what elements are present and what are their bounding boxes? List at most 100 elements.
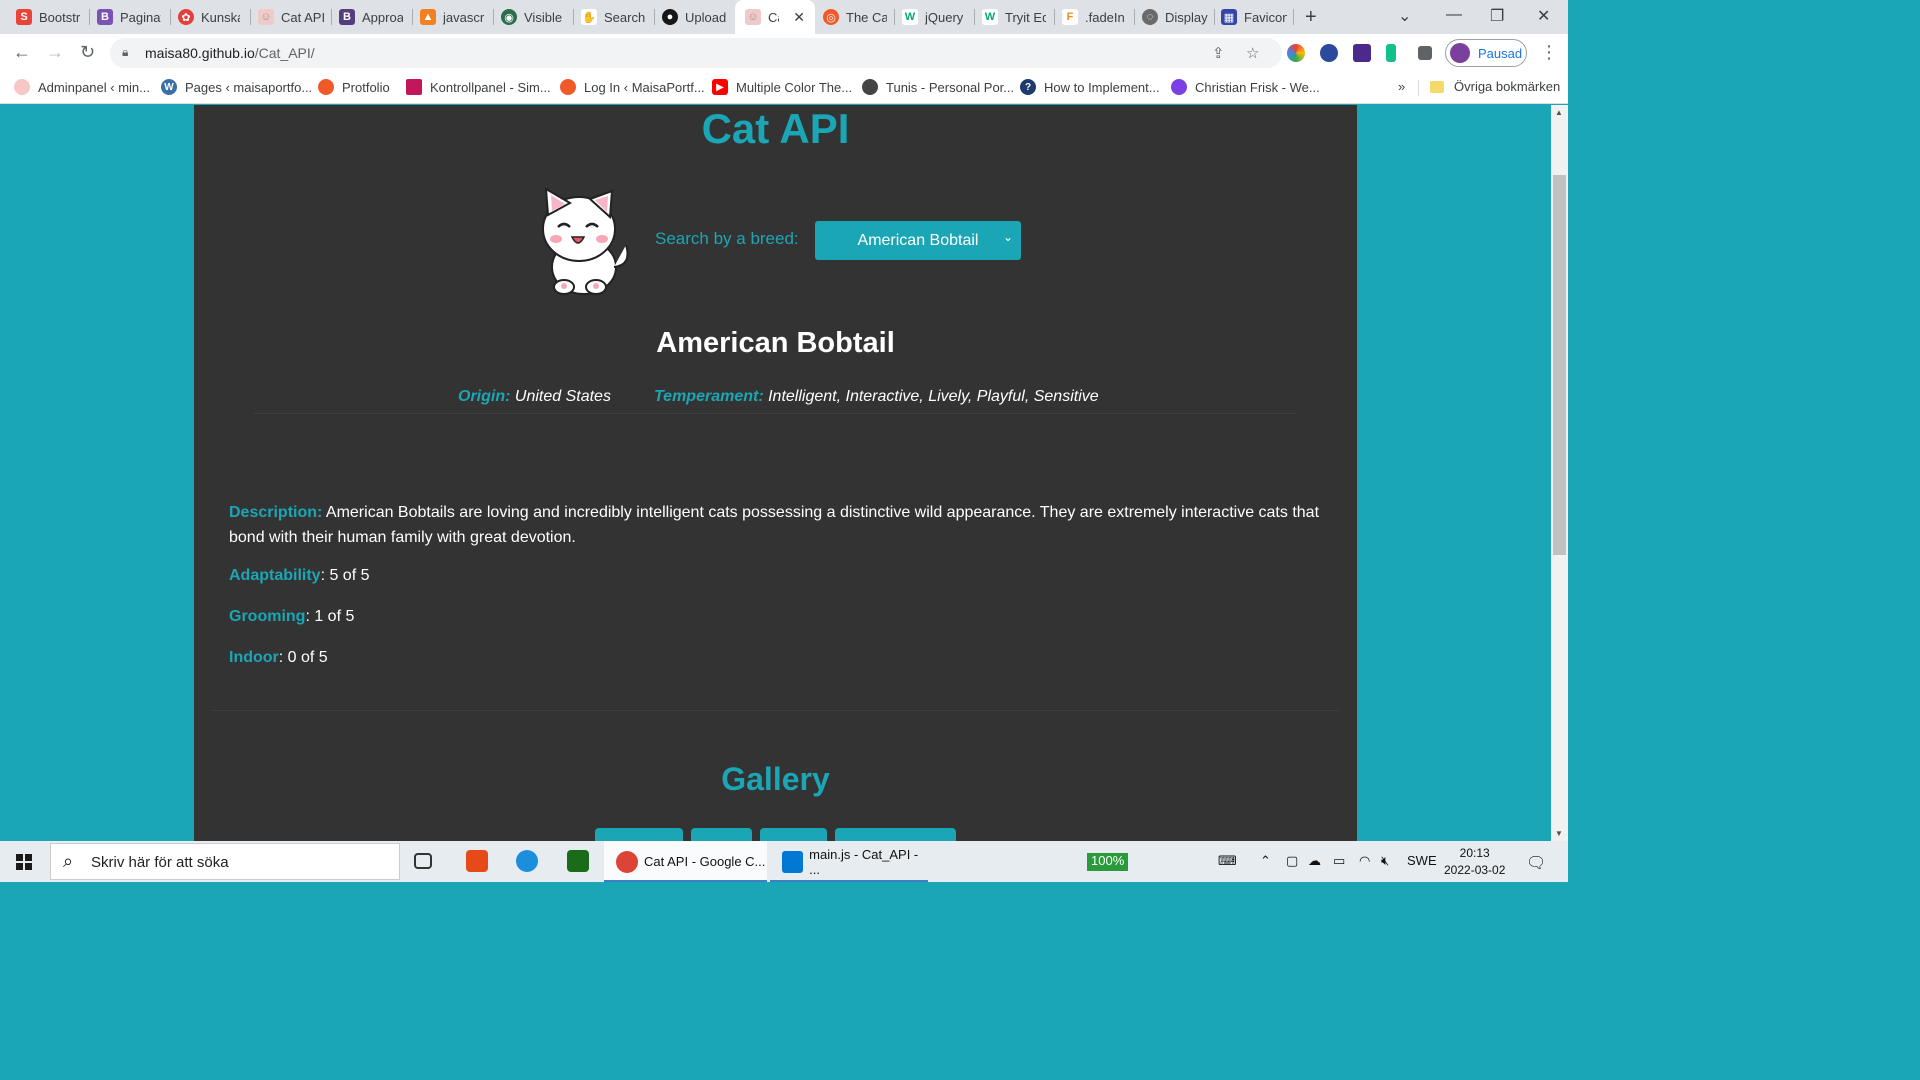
taskbar-vscode-app[interactable]: main.js - Cat_API - ...	[770, 841, 928, 882]
onedrive-cloud-icon[interactable]: ☁	[1308, 853, 1321, 869]
task-view-icon[interactable]	[414, 853, 432, 869]
tab-favicon-icon: ◉	[501, 9, 517, 25]
tab-javascript[interactable]: ▲ javascr	[420, 4, 484, 30]
search-by-breed-label: Search by a breed:	[655, 229, 799, 248]
tab-favicon-icon: S	[16, 9, 32, 25]
vscode-icon	[782, 850, 804, 873]
bookmark-favicon-icon	[14, 79, 30, 95]
tab-pagination[interactable]: B Paginat	[97, 4, 161, 30]
search-icon: ⌕	[63, 851, 74, 871]
puzzle-extensions-icon[interactable]	[1418, 46, 1432, 60]
tab-display[interactable]: ◌ Display	[1142, 4, 1208, 30]
temperament-label: Temperament:	[654, 388, 764, 405]
gallery-button[interactable]	[760, 828, 827, 841]
app-icon[interactable]	[567, 850, 589, 872]
github-icon: ●	[662, 9, 678, 25]
battery-icon[interactable]: ▭	[1333, 853, 1345, 869]
globe-extension-icon[interactable]	[1320, 44, 1338, 62]
notifications-icon[interactable]: 🗨︎	[1526, 853, 1546, 873]
url-text[interactable]: maisa80.github.io/Cat_API/	[145, 45, 315, 61]
tab-search-chevron-icon[interactable]: ⌄	[1398, 6, 1411, 26]
tab-tryit[interactable]: W Tryit Ed	[982, 4, 1046, 30]
more-bookmarks-chevron-icon[interactable]: »	[1398, 79, 1405, 94]
scrollbar-thumb[interactable]	[1553, 175, 1566, 555]
wifi-icon[interactable]: ◠	[1359, 853, 1370, 869]
bookmark-multiple-color[interactable]: ▶ Multiple Color The...	[712, 79, 852, 95]
tab-favicon-icon: ✋	[581, 9, 597, 25]
new-tab-plus-icon[interactable]: +	[1305, 6, 1317, 29]
restore-icon[interactable]: ❐	[1490, 6, 1504, 26]
forward-arrow-icon[interactable]: →	[46, 42, 64, 63]
tab-favicon[interactable]: ▦ Favicon	[1221, 4, 1287, 30]
windows-start-icon[interactable]	[16, 854, 32, 870]
office-icon[interactable]	[466, 850, 488, 872]
bookmark-kontrollpanel[interactable]: Kontrollpanel - Sim...	[406, 79, 551, 95]
tab-visible[interactable]: ◉ Visible	[501, 4, 565, 30]
minimize-icon[interactable]: —	[1446, 6, 1462, 24]
tray-chevron-up-icon[interactable]: ⌃	[1260, 853, 1271, 869]
bookmark-star-icon[interactable]: ☆	[1246, 44, 1259, 62]
gallery-title: Gallery	[721, 761, 830, 797]
gallery-button[interactable]	[691, 828, 752, 841]
scroll-up-icon[interactable]: ▲	[1555, 108, 1563, 117]
tab-kunskap[interactable]: ✿Kunska	[178, 4, 240, 30]
breed-select[interactable]: American Bobtail ⌄	[815, 221, 1021, 260]
tab-upload[interactable]: ● Upload	[662, 4, 728, 30]
bookmark-login[interactable]: Log In ‹ MaisaPortf...	[560, 79, 705, 95]
folder-icon	[1430, 80, 1444, 93]
tab-favicon-icon: ☺	[745, 9, 761, 25]
meet-icon[interactable]: ▢	[1286, 853, 1298, 869]
description-label: Description:	[229, 504, 323, 521]
taskbar-search-box[interactable]: ⌕ Skriv här för att söka	[50, 843, 400, 880]
origin-field: Origin: United States	[458, 388, 611, 406]
extension-badge-icon[interactable]	[1353, 44, 1371, 62]
profile-button[interactable]: Pausad	[1445, 39, 1527, 67]
tab-the-cat[interactable]: ◎ The Ca	[823, 4, 887, 30]
divider	[254, 413, 1297, 414]
breed-heading: American Bobtail	[656, 327, 895, 359]
share-icon[interactable]: ⇪	[1212, 44, 1225, 62]
close-window-icon[interactable]: ✕	[1537, 6, 1550, 26]
other-bookmarks-folder[interactable]: Övriga bokmärken	[1430, 79, 1560, 94]
gallery-button[interactable]	[595, 828, 683, 841]
tab-search[interactable]: ✋ Search	[581, 4, 647, 30]
zoom-indicator[interactable]: 100%	[1087, 853, 1129, 871]
bookmark-protfolio[interactable]: Protfolio	[318, 79, 390, 95]
tab-cat-api[interactable]: ☺ Cat API	[258, 4, 328, 30]
tab-jquery[interactable]: WjQuery	[902, 4, 968, 30]
tab-favicon-icon: ▦	[1221, 9, 1237, 25]
temperament-value: Intelligent, Interactive, Lively, Playfu…	[768, 388, 1099, 405]
taskbar-chrome-app[interactable]: Cat API - Google C...	[604, 841, 767, 882]
tab-fadein[interactable]: F .fadeIn	[1062, 4, 1126, 30]
address-bar[interactable]: 🔒︎ maisa80.github.io/Cat_API/ ⇪ ☆	[110, 38, 1282, 68]
close-tab-icon[interactable]: ✕	[793, 9, 805, 26]
volume-muted-icon[interactable]: 🔇︎	[1381, 853, 1389, 869]
tab-cat-active[interactable]: ☺Cat✕	[735, 0, 815, 34]
youtube-icon: ▶	[712, 79, 728, 95]
bookmark-adminpanel[interactable]: Adminpanel ‹ min...	[14, 79, 150, 95]
bookmark-christian[interactable]: Christian Frisk - We...	[1171, 79, 1320, 95]
scroll-down-icon[interactable]: ▼	[1555, 829, 1563, 838]
keyboard-icon[interactable]: ⌨	[1218, 853, 1237, 869]
reload-icon[interactable]: ↻	[80, 42, 95, 63]
breed-select-value: American Bobtail	[857, 231, 979, 249]
description: Description: American Bobtails are lovin…	[229, 500, 1319, 550]
color-picker-extension-icon[interactable]	[1287, 44, 1305, 62]
bookmarks-bar: Adminpanel ‹ min... W Pages ‹ maisaportfo…	[0, 72, 1568, 104]
page-scrollbar[interactable]: ▲ ▼	[1551, 105, 1568, 841]
tab-strip: SBootstr BPaginat ✿Kunska ☺Cat API BAppr…	[0, 0, 1568, 34]
tab-favicon-icon: F	[1062, 9, 1078, 25]
browser-menu-icon[interactable]: ⋮	[1540, 42, 1558, 63]
back-arrow-icon[interactable]: ←	[13, 42, 31, 63]
indoor-stat: Indoor: 0 of 5	[229, 649, 328, 666]
bookmark-how-to[interactable]: ? How to Implement...	[1020, 79, 1160, 95]
tab-bootstrap[interactable]: S Bootstr	[16, 4, 80, 30]
bookmark-pages[interactable]: W Pages ‹ maisaportfo...	[161, 79, 312, 95]
language-indicator[interactable]: SWE	[1407, 853, 1437, 868]
edge-icon[interactable]	[516, 850, 538, 872]
gallery-button[interactable]	[835, 828, 956, 841]
extension-icon[interactable]	[1386, 44, 1396, 62]
clock[interactable]: 20:13 2022-03-02	[1444, 845, 1505, 879]
tab-approach[interactable]: B Approa	[339, 4, 403, 30]
bookmark-tunis[interactable]: Tunis - Personal Por...	[862, 79, 1014, 95]
